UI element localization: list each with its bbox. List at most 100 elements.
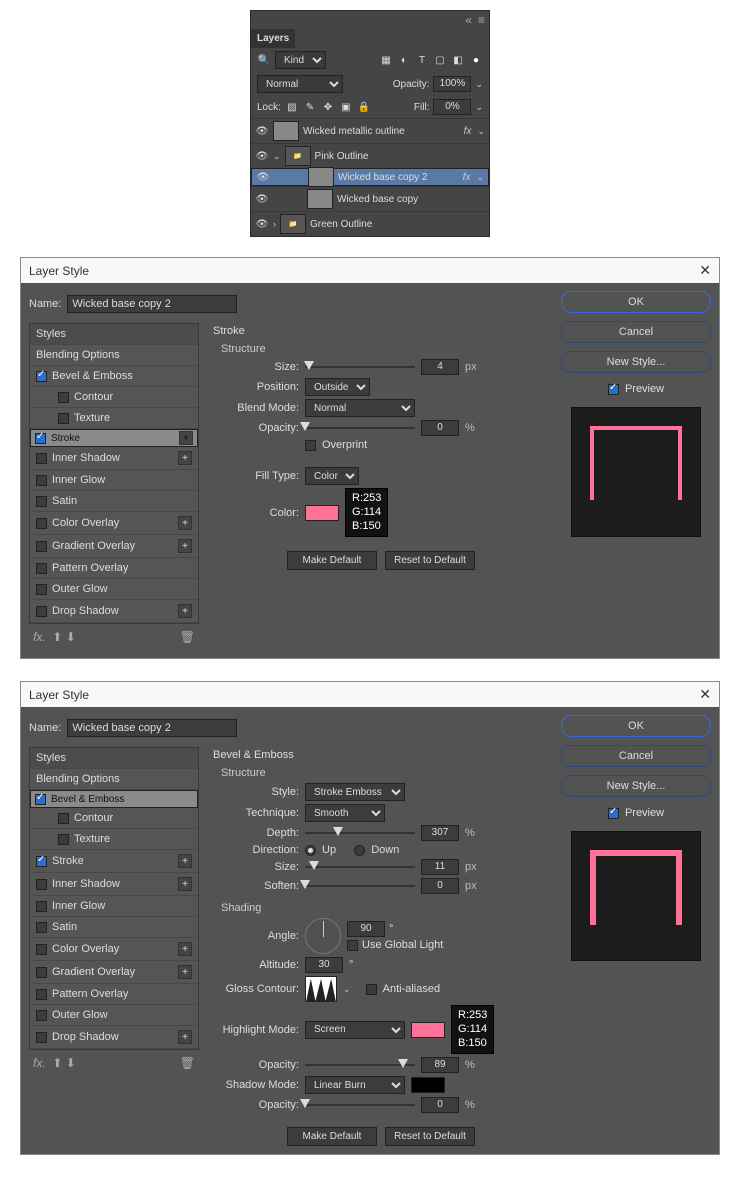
depth-value[interactable]: 307 (421, 825, 459, 841)
depth-slider[interactable] (305, 828, 415, 838)
shadow-opacity-value[interactable]: 0 (421, 1097, 459, 1113)
effect-checkbox[interactable] (58, 392, 69, 403)
add-effect-icon[interactable]: + (178, 516, 192, 530)
fx-chevron-icon[interactable]: ⌄ (477, 126, 485, 137)
effect-checkbox[interactable] (36, 967, 47, 978)
effect-checkbox[interactable] (58, 834, 69, 845)
new-style-button[interactable]: New Style... (561, 775, 711, 797)
soften-value[interactable]: 0 (421, 878, 459, 894)
visibility-icon[interactable]: 👁 (255, 151, 269, 162)
effect-row[interactable]: Inner Shadow+ (30, 873, 198, 896)
size-slider[interactable] (305, 862, 415, 872)
effect-row[interactable]: Outer Glow (30, 1005, 198, 1026)
filter-type-icon[interactable]: T (415, 53, 429, 67)
technique-select[interactable]: Smooth (305, 804, 385, 822)
name-input[interactable] (67, 719, 237, 737)
effect-row[interactable]: Inner Shadow+ (30, 447, 198, 470)
altitude-value[interactable]: 30 (305, 957, 343, 973)
filter-pixel-icon[interactable]: ▦ (379, 53, 393, 67)
effect-row[interactable]: Pattern Overlay (30, 558, 198, 579)
effect-row[interactable]: Gradient Overlay+ (30, 961, 198, 984)
position-select[interactable]: Outside (305, 378, 370, 396)
effect-checkbox[interactable] (36, 496, 47, 507)
shadow-color-swatch[interactable] (411, 1077, 445, 1093)
layer-row[interactable]: 👁Wicked base copy (251, 186, 489, 211)
highlight-mode-select[interactable]: Screen (305, 1021, 405, 1039)
effect-checkbox[interactable] (36, 518, 47, 529)
name-input[interactable] (67, 295, 237, 313)
add-effect-icon[interactable]: + (178, 451, 192, 465)
effect-checkbox[interactable] (36, 944, 47, 955)
cancel-button[interactable]: Cancel (561, 745, 711, 767)
effect-checkbox[interactable] (36, 922, 47, 933)
fx-icon[interactable]: fx. (33, 630, 46, 644)
opacity-slider[interactable] (305, 423, 415, 433)
filter-shape-icon[interactable]: ▢ (433, 53, 447, 67)
effect-checkbox[interactable] (36, 371, 47, 382)
filter-kind-select[interactable]: Kind (275, 51, 326, 69)
effect-row[interactable]: Satin (30, 491, 198, 512)
opacity-value[interactable]: 100% (433, 76, 471, 92)
highlight-opacity-slider[interactable] (305, 1060, 415, 1070)
add-effect-icon[interactable]: + (178, 854, 192, 868)
add-effect-icon[interactable]: + (178, 1030, 192, 1044)
new-style-button[interactable]: New Style... (561, 351, 711, 373)
lock-transparency-icon[interactable]: ▨ (285, 100, 299, 114)
effect-checkbox[interactable] (58, 813, 69, 824)
effect-checkbox[interactable] (36, 1010, 47, 1021)
blendmode-select[interactable]: Normal (305, 399, 415, 417)
anti-aliased-checkbox[interactable] (366, 984, 377, 995)
effect-row[interactable]: Contour (30, 808, 198, 829)
blend-mode-select[interactable]: Normal (257, 75, 343, 93)
direction-down-radio[interactable] (354, 845, 365, 856)
cancel-button[interactable]: Cancel (561, 321, 711, 343)
size-slider[interactable] (305, 362, 415, 372)
add-effect-icon[interactable]: + (179, 431, 193, 445)
effect-checkbox[interactable] (36, 541, 47, 552)
visibility-icon[interactable]: 👁 (255, 219, 269, 230)
effect-checkbox[interactable] (36, 606, 47, 617)
effect-row[interactable]: Color Overlay+ (30, 512, 198, 535)
effect-checkbox[interactable] (35, 794, 46, 805)
blending-options-row[interactable]: Blending Options (30, 345, 198, 366)
effect-row[interactable]: Inner Glow (30, 896, 198, 917)
visibility-icon[interactable]: 👁 (255, 194, 269, 205)
filltype-select[interactable]: Color (305, 467, 359, 485)
style-select[interactable]: Stroke Emboss (305, 783, 405, 801)
layers-tab[interactable]: Layers (251, 29, 295, 48)
trash-icon[interactable]: 🗑 (180, 1056, 195, 1070)
add-effect-icon[interactable]: + (178, 942, 192, 956)
fx-icon[interactable]: fx. (33, 1056, 46, 1070)
effect-row[interactable]: Drop Shadow+ (30, 600, 198, 623)
filter-smart-icon[interactable]: ◧ (451, 53, 465, 67)
effect-row[interactable]: Satin (30, 917, 198, 938)
effect-checkbox[interactable] (58, 413, 69, 424)
styles-header[interactable]: Styles (30, 748, 198, 769)
collapse-icon[interactable]: « (465, 13, 472, 27)
move-down-icon[interactable]: ⬇ (66, 1056, 76, 1070)
global-light-checkbox[interactable] (347, 940, 358, 951)
direction-up-radio[interactable] (305, 845, 316, 856)
close-icon[interactable]: ✕ (699, 686, 711, 703)
add-effect-icon[interactable]: + (178, 877, 192, 891)
effect-checkbox[interactable] (36, 563, 47, 574)
layer-row[interactable]: 👁⌄📁Pink Outline (251, 143, 489, 168)
effect-row[interactable]: Outer Glow (30, 579, 198, 600)
opacity-chevron-icon[interactable]: ⌄ (475, 79, 483, 90)
add-effect-icon[interactable]: + (178, 604, 192, 618)
highlight-opacity-value[interactable]: 89 (421, 1057, 459, 1073)
move-up-icon[interactable]: ⬆ (52, 630, 62, 644)
close-icon[interactable]: ✕ (699, 262, 711, 279)
effect-row[interactable]: Bevel & Emboss (30, 366, 198, 387)
reset-default-button[interactable]: Reset to Default (385, 551, 475, 570)
panel-menu-icon[interactable]: ≡ (478, 13, 485, 27)
make-default-button[interactable]: Make Default (287, 1127, 377, 1146)
ok-button[interactable]: OK (561, 715, 711, 737)
expand-icon[interactable]: › (273, 219, 276, 229)
shadow-mode-select[interactable]: Linear Burn (305, 1076, 405, 1094)
size-value[interactable]: 11 (421, 859, 459, 875)
effect-checkbox[interactable] (36, 475, 47, 486)
styles-header[interactable]: Styles (30, 324, 198, 345)
effect-checkbox[interactable] (36, 989, 47, 1000)
fx-badge[interactable]: fx (461, 172, 473, 183)
